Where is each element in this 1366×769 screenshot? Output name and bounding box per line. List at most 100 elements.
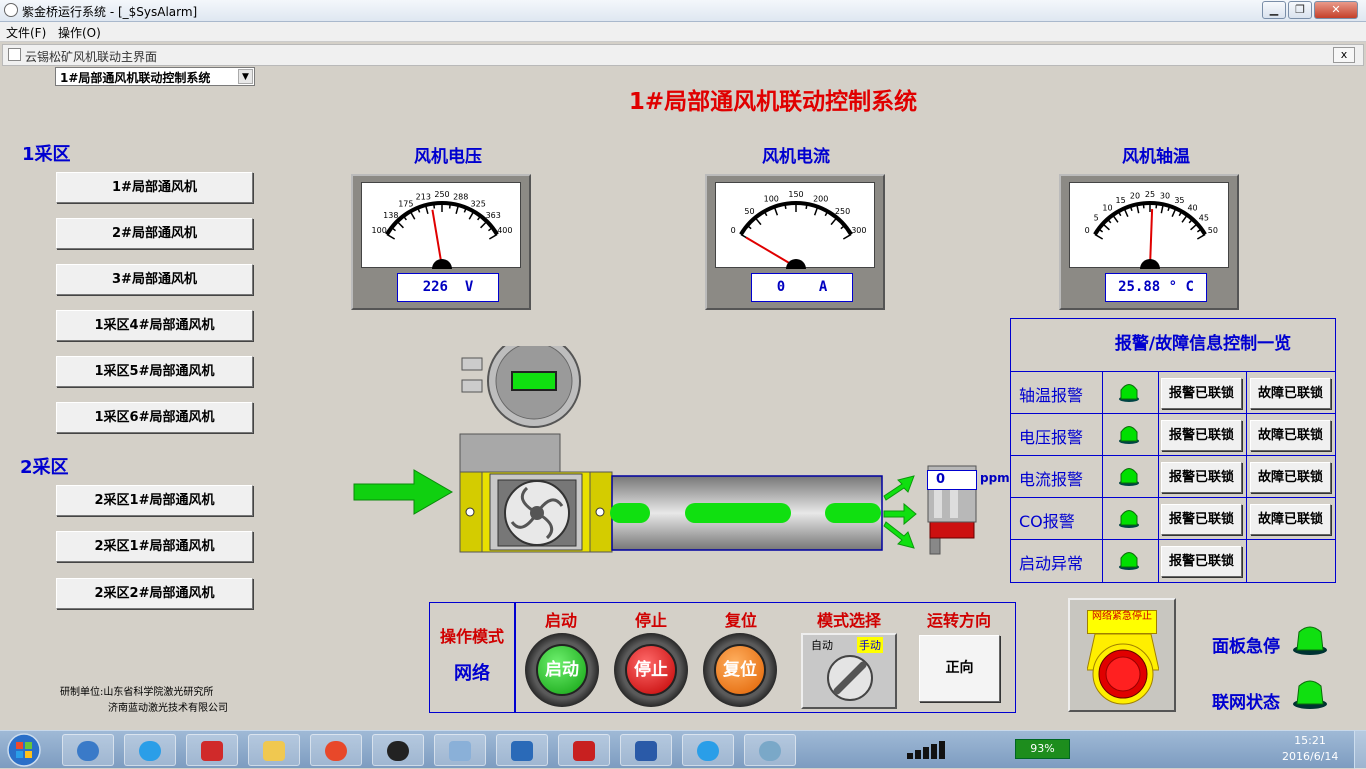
fan-button[interactable]: 2#局部通风机 xyxy=(56,218,253,249)
gauge-tick-label: 288 xyxy=(453,192,468,201)
network-status-label: 联网状态 xyxy=(1212,693,1280,713)
show-desktop-button[interactable] xyxy=(1354,731,1366,769)
lamp-icon xyxy=(1119,510,1139,528)
start-button[interactable]: 启动 xyxy=(525,633,599,707)
start-menu-icon[interactable] xyxy=(4,732,44,768)
emergency-stop-button[interactable] xyxy=(1087,630,1159,706)
fan-button[interactable]: 2采区1#局部通风机 xyxy=(56,485,253,516)
alarm-interlock-button[interactable]: 报警已联锁 xyxy=(1161,504,1242,535)
gauge-tick xyxy=(488,233,498,240)
gauge-tick-label: 325 xyxy=(471,200,486,209)
maximize-button[interactable]: ❐ xyxy=(1288,1,1312,19)
minimize-button[interactable]: ▁ xyxy=(1262,1,1286,19)
gauge-tick-label: 400 xyxy=(497,226,512,235)
signal-bars-icon xyxy=(905,741,951,759)
gauge-tick xyxy=(386,233,396,240)
gauge-hub xyxy=(786,259,806,269)
lamp-icon xyxy=(1119,468,1139,486)
ie-icon[interactable] xyxy=(124,734,176,766)
gauge-tick-label: 138 xyxy=(383,211,398,220)
mode-switch[interactable]: 自动 手动 xyxy=(801,633,897,709)
menu-operate[interactable]: 操作(O) xyxy=(58,24,101,41)
ventilation-diagram xyxy=(353,346,977,555)
current-gauge-title: 风机电流 xyxy=(762,147,830,167)
gauge-tick xyxy=(1155,203,1158,209)
alarm-label: CO报警 xyxy=(1019,512,1075,531)
temperature-gauge-title: 风机轴温 xyxy=(1122,147,1190,167)
taskbar-app-icon[interactable] xyxy=(62,734,114,766)
direction-label: 运转方向 xyxy=(926,611,991,630)
word-icon[interactable] xyxy=(620,734,672,766)
alarm-panel-title: 报警/故障信息控制一览 xyxy=(1011,319,1335,372)
qq-icon[interactable] xyxy=(372,734,424,766)
start-label: 启动 xyxy=(544,611,577,630)
gauge-tick-label: 100 xyxy=(764,194,779,203)
gauge-tick xyxy=(480,220,488,229)
co-unit: ppm xyxy=(980,471,1010,485)
alarm-interlock-button[interactable]: 报警已联锁 xyxy=(1161,378,1242,409)
fault-interlock-button[interactable]: 故障已联锁 xyxy=(1250,378,1331,409)
taskbar-app-icon[interactable] xyxy=(186,734,238,766)
clock-time[interactable]: 15:21 xyxy=(1282,734,1338,747)
stop-button[interactable]: 停止 xyxy=(614,633,688,707)
alarm-label: 电流报警 xyxy=(1019,470,1084,489)
window-title: 紫金桥运行系统 - [_$SysAlarm] xyxy=(22,5,198,19)
app-icon xyxy=(4,3,18,17)
gauge-tick-label: 15 xyxy=(1115,196,1125,205)
fan-button[interactable]: 2采区2#局部通风机 xyxy=(56,578,253,609)
voltage-readout: 226 V xyxy=(397,273,499,302)
taskbar-app-icon[interactable] xyxy=(496,734,548,766)
operation-mode-value: 网络 xyxy=(454,663,490,684)
fan-button[interactable]: 1#局部通风机 xyxy=(56,172,253,203)
media-player-icon[interactable] xyxy=(682,734,734,766)
close-button[interactable]: ✕ xyxy=(1314,1,1358,19)
gauge-needle xyxy=(1149,209,1154,268)
credit-company: 济南蓝动激光技术有限公司 xyxy=(108,703,228,714)
fault-interlock-button[interactable]: 故障已联锁 xyxy=(1250,462,1331,493)
taskbar-app-icon[interactable] xyxy=(434,734,486,766)
page-title: 1#局部通风机联动控制系统 xyxy=(628,89,918,115)
pdf-icon[interactable] xyxy=(558,734,610,766)
fan-button[interactable]: 1采区5#局部通风机 xyxy=(56,356,253,387)
temperature-dial: 051015 20 25 30 354045 50 xyxy=(1085,190,1218,269)
fan-button[interactable]: 1采区6#局部通风机 xyxy=(56,402,253,433)
alarm-interlock-button[interactable]: 报警已联锁 xyxy=(1161,546,1242,577)
gauge-tick xyxy=(830,217,838,226)
voltage-gauge: 100 138 175 213 250 288 325 363 400 226 V xyxy=(351,174,531,310)
menu-file[interactable]: 文件(F) xyxy=(6,24,46,41)
fan-button[interactable]: 2采区1#局部通风机 xyxy=(56,531,253,562)
gauge-tick-label: 100 xyxy=(372,226,387,235)
subwindow-close-button[interactable]: x xyxy=(1333,47,1355,63)
gauge-tick xyxy=(1094,233,1104,240)
gauge-tick xyxy=(1181,214,1188,223)
alarm-row: CO报警 报警已联锁 故障已联锁 xyxy=(1011,498,1335,540)
stop-label: 停止 xyxy=(634,611,667,630)
temperature-gauge: 0 5 10 15 20 25 30 35 40 45 50 25.88 ° C xyxy=(1059,174,1239,310)
explorer-icon[interactable] xyxy=(248,734,300,766)
fault-interlock-button[interactable]: 故障已联锁 xyxy=(1250,504,1331,535)
alarm-row: 轴温报警 报警已联锁 故障已联锁 xyxy=(1011,372,1335,414)
gauge-tick-label: 0 xyxy=(731,226,736,235)
gauge-tick-label: 363 xyxy=(486,211,501,220)
reset-button[interactable]: 复位 xyxy=(703,633,777,707)
clock-date[interactable]: 2016/6/14 xyxy=(1282,750,1338,763)
voltage-dial: 100 138175213 250 288325363 400 xyxy=(372,190,512,269)
fan-button[interactable]: 3#局部通风机 xyxy=(56,264,253,295)
gauge-tick-label: 35 xyxy=(1174,196,1184,205)
alarm-interlock-button[interactable]: 报警已联锁 xyxy=(1161,462,1242,493)
chrome-icon[interactable] xyxy=(310,734,362,766)
battery-indicator[interactable]: 93% xyxy=(1015,739,1070,759)
taskbar-app-icon[interactable] xyxy=(744,734,796,766)
gauge-tick-label: 50 xyxy=(1208,226,1218,235)
fault-interlock-button[interactable]: 故障已联锁 xyxy=(1250,420,1331,451)
mode-auto-label: 自动 xyxy=(811,639,833,652)
gauge-tick-label: 300 xyxy=(851,226,866,235)
gauge-tick xyxy=(754,217,762,226)
alarm-interlock-button[interactable]: 报警已联锁 xyxy=(1161,420,1242,451)
current-gauge: 0 50 100 150 200 250 300 0 A xyxy=(705,174,885,310)
alarm-row: 电流报警 报警已联锁 故障已联锁 xyxy=(1011,456,1335,498)
direction-button[interactable]: 正向 xyxy=(919,635,1000,702)
gauge-tick xyxy=(432,203,436,209)
fan-button[interactable]: 1采区4#局部通风机 xyxy=(56,310,253,341)
gauge-tick-label: 250 xyxy=(835,207,850,216)
